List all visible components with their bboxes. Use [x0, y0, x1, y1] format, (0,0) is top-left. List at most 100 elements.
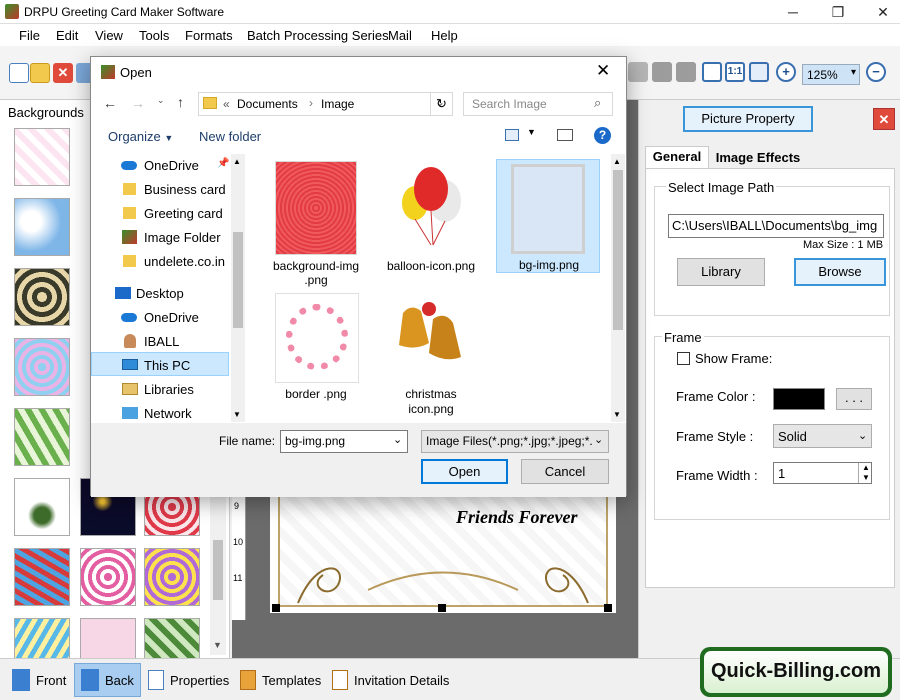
breadcrumb-documents[interactable]: Documents	[237, 97, 298, 111]
background-thumbnail[interactable]	[80, 548, 136, 606]
stepper-arrows-icon[interactable]: ▲ ▼	[858, 463, 870, 483]
up-arrow-icon[interactable]: ↑	[177, 94, 184, 110]
scroll-down-icon[interactable]: ▼	[213, 640, 222, 650]
scroll-up-icon[interactable]: ▲	[233, 157, 241, 166]
nav-item[interactable]: Business card	[144, 182, 226, 197]
background-thumbnail[interactable]	[14, 548, 70, 606]
nav-item[interactable]: OneDrive	[144, 310, 199, 325]
file-item[interactable]: balloon-icon.png	[381, 159, 481, 287]
tab-templates[interactable]: Templates	[234, 663, 327, 697]
delete-icon[interactable]: ✕	[53, 63, 73, 83]
resize-handle[interactable]	[272, 604, 280, 612]
zoom-select[interactable]: 125% ▾	[802, 64, 860, 85]
menu-edit[interactable]: Edit	[56, 28, 78, 43]
maximize-button[interactable]: ❐	[815, 0, 861, 24]
library-button[interactable]: Library	[677, 258, 765, 286]
nav-item[interactable]: Greeting card	[144, 206, 223, 221]
scrollbar-thumb[interactable]	[213, 540, 223, 600]
file-item[interactable]: background-img .png	[266, 159, 366, 287]
filetype-select[interactable]: Image Files(*.png;*.jpg;*.jpeg;*. ⌄	[421, 430, 609, 453]
nav-item[interactable]: undelete.co.in	[144, 254, 225, 269]
breadcrumb-overflow[interactable]: «	[223, 97, 230, 111]
file-item[interactable]: border .png	[266, 293, 366, 421]
resize-handle[interactable]	[438, 604, 446, 612]
breadcrumb-image[interactable]: Image	[321, 97, 354, 111]
nav-item[interactable]: Image Folder	[144, 230, 221, 245]
scroll-up-icon[interactable]: ▲	[613, 157, 621, 166]
organize-button[interactable]: Organize ▼	[108, 129, 173, 144]
menu-batch-processing[interactable]: Batch Processing Series	[247, 28, 389, 43]
nav-item[interactable]: Desktop	[136, 286, 184, 301]
zoom-out-icon[interactable]: −	[866, 62, 886, 82]
image-path-field[interactable]: C:\Users\IBALL\Documents\bg_img	[668, 214, 884, 238]
forward-arrow-icon[interactable]: →	[131, 95, 145, 111]
browse-button[interactable]: Browse	[794, 258, 886, 286]
close-button[interactable]: ✕	[860, 0, 900, 24]
fit-page-icon[interactable]	[749, 62, 769, 82]
menu-tools[interactable]: Tools	[139, 28, 169, 43]
nav-item[interactable]: IBALL	[144, 334, 179, 349]
tab-properties[interactable]: Properties	[142, 663, 235, 697]
menu-view[interactable]: View	[95, 28, 123, 43]
background-thumbnail[interactable]	[14, 478, 70, 536]
refresh-icon[interactable]: ↻	[430, 92, 453, 116]
recent-dropdown-icon[interactable]: ⌄	[157, 95, 165, 106]
picture-property-button[interactable]: Picture Property	[683, 106, 813, 132]
menu-help[interactable]: Help	[431, 28, 458, 43]
frame-color-more-button[interactable]: . . .	[836, 388, 872, 410]
cancel-button[interactable]: Cancel	[521, 459, 609, 484]
view-options-icon[interactable]	[505, 129, 519, 141]
chevron-down-icon[interactable]: ⌄	[393, 433, 402, 446]
scroll-down-icon[interactable]: ▼	[233, 410, 241, 419]
distribute-icon[interactable]	[676, 62, 696, 82]
frame-style-select[interactable]: Solid ⌄	[773, 424, 872, 448]
scrollbar-thumb[interactable]	[233, 232, 243, 328]
background-thumbnail[interactable]	[14, 338, 70, 396]
tab-image-effects[interactable]: Image Effects	[711, 148, 805, 168]
nav-item[interactable]: OneDrive	[144, 158, 199, 173]
nav-scrollbar[interactable]: ▲ ▼	[231, 154, 245, 422]
back-arrow-icon[interactable]: ←	[103, 95, 117, 111]
group-icon[interactable]	[628, 62, 648, 82]
file-item-selected[interactable]: bg-img.png	[496, 159, 600, 273]
card-text[interactable]: Friends Forever	[456, 507, 578, 528]
background-thumbnail[interactable]	[14, 128, 70, 186]
dialog-close-icon[interactable]: ✕	[596, 61, 610, 81]
file-scrollbar[interactable]: ▲ ▼	[611, 154, 625, 422]
new-file-icon[interactable]	[9, 63, 29, 83]
chevron-down-icon[interactable]: ▼	[527, 127, 536, 137]
scroll-down-icon[interactable]: ▼	[613, 410, 621, 419]
search-box[interactable]: Search Image ⌕	[463, 92, 613, 116]
menu-mail[interactable]: Mail	[388, 28, 412, 43]
tab-general[interactable]: General	[645, 146, 709, 168]
new-folder-button[interactable]: New folder	[199, 129, 261, 144]
help-icon[interactable]: ?	[594, 127, 611, 144]
resize-handle[interactable]	[604, 604, 612, 612]
background-thumbnail[interactable]	[14, 268, 70, 326]
scrollbar-thumb[interactable]	[613, 170, 623, 330]
tab-front[interactable]: Front	[6, 663, 72, 697]
address-bar[interactable]: « Documents › Image ⌄	[198, 92, 453, 116]
close-panel-icon[interactable]: ✕	[873, 108, 895, 130]
background-thumbnail[interactable]	[14, 408, 70, 466]
preview-pane-icon[interactable]	[557, 129, 573, 141]
nav-item[interactable]: Libraries	[144, 382, 194, 397]
minimize-button[interactable]: ─	[770, 0, 816, 24]
tab-invitation-details[interactable]: Invitation Details	[326, 663, 455, 697]
actual-size-icon[interactable]: 1:1	[725, 62, 745, 82]
menu-file[interactable]: File	[19, 28, 40, 43]
tab-back[interactable]: Back	[74, 663, 141, 697]
nav-item[interactable]: Network	[144, 406, 192, 421]
card-preview[interactable]: Friends Forever	[270, 495, 616, 613]
background-thumbnail[interactable]	[14, 198, 70, 256]
frame-color-swatch[interactable]	[773, 388, 825, 410]
grid-icon[interactable]	[702, 62, 722, 82]
open-folder-icon[interactable]	[30, 63, 50, 83]
file-item[interactable]: christmas icon.png	[381, 293, 481, 421]
show-frame-checkbox[interactable]	[677, 352, 690, 365]
menu-formats[interactable]: Formats	[185, 28, 233, 43]
align-icon[interactable]	[652, 62, 672, 82]
open-button[interactable]: Open	[421, 459, 508, 484]
background-thumbnail[interactable]	[144, 548, 200, 606]
frame-width-stepper[interactable]: 1 ▲ ▼	[773, 462, 872, 484]
